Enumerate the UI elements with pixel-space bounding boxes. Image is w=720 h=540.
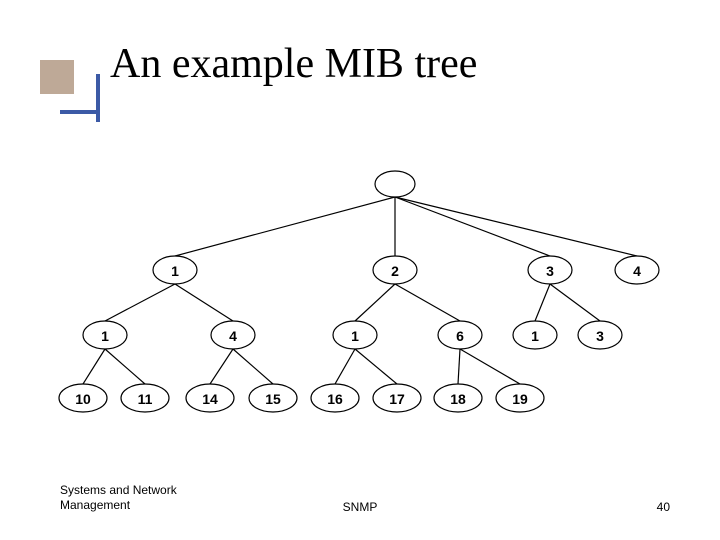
tree-node-label: 3 (596, 328, 604, 344)
tree-node: 4 (211, 321, 255, 349)
tree-node (375, 171, 415, 197)
tree-node: 3 (578, 321, 622, 349)
tree-node-label: 11 (138, 391, 153, 407)
tree-node-label: 4 (229, 328, 237, 344)
tree-node-label: 19 (512, 391, 528, 407)
tree-node: 16 (311, 384, 359, 412)
tree-node: 15 (249, 384, 297, 412)
tree-edge (355, 284, 395, 321)
tree-node-label: 1 (531, 328, 539, 344)
tree-edge (458, 349, 460, 384)
tree-node-label: 1 (351, 328, 359, 344)
tree-edge (233, 349, 273, 384)
tree-node: 2 (373, 256, 417, 284)
tree-edge (175, 284, 233, 321)
tree-node-label: 16 (327, 391, 343, 407)
tree-edge (210, 349, 233, 384)
tree-node-label: 3 (546, 263, 554, 279)
tree-edge (355, 349, 397, 384)
tree-node: 18 (434, 384, 482, 412)
tree-node: 11 (121, 384, 169, 412)
tree-node-label: 18 (450, 391, 466, 407)
tree-node: 3 (528, 256, 572, 284)
accent-block (40, 60, 74, 94)
tree-node-label: 15 (265, 391, 281, 407)
tree-node: 1 (333, 321, 377, 349)
accent-bar-horizontal (60, 110, 100, 114)
tree-node-label: 2 (391, 263, 399, 279)
tree-node-label: 1 (101, 328, 109, 344)
tree-node-label: 6 (456, 328, 464, 344)
footer-page-number: 40 (657, 500, 670, 514)
tree-node-label: 10 (75, 391, 91, 407)
mib-tree-diagram: 12341416131011141516171819 (55, 160, 665, 420)
footer-left-line1: Systems and Network (60, 483, 177, 497)
tree-edge (535, 284, 550, 321)
tree-node: 1 (153, 256, 197, 284)
footer-center: SNMP (0, 500, 720, 514)
tree-node: 1 (513, 321, 557, 349)
tree-node-label: 4 (633, 263, 641, 279)
tree-edge (105, 284, 175, 321)
tree-node: 4 (615, 256, 659, 284)
accent-bar-vertical (96, 74, 100, 122)
slide-title: An example MIB tree (110, 40, 477, 88)
tree-edge (395, 197, 550, 256)
tree-edge (335, 349, 355, 384)
tree-node: 6 (438, 321, 482, 349)
tree-node-label: 17 (389, 391, 405, 407)
tree-node-label: 14 (202, 391, 218, 407)
tree-node: 19 (496, 384, 544, 412)
tree-edge (395, 284, 460, 321)
tree-edge (105, 349, 145, 384)
tree-edge (175, 197, 395, 256)
tree-node-label: 1 (171, 263, 179, 279)
tree-edge (83, 349, 105, 384)
tree-node: 14 (186, 384, 234, 412)
tree-edge (460, 349, 520, 384)
tree-node: 1 (83, 321, 127, 349)
tree-edge (395, 197, 637, 256)
tree-node: 17 (373, 384, 421, 412)
tree-edge (550, 284, 600, 321)
tree-node: 10 (59, 384, 107, 412)
slide-header: An example MIB tree (40, 40, 680, 120)
